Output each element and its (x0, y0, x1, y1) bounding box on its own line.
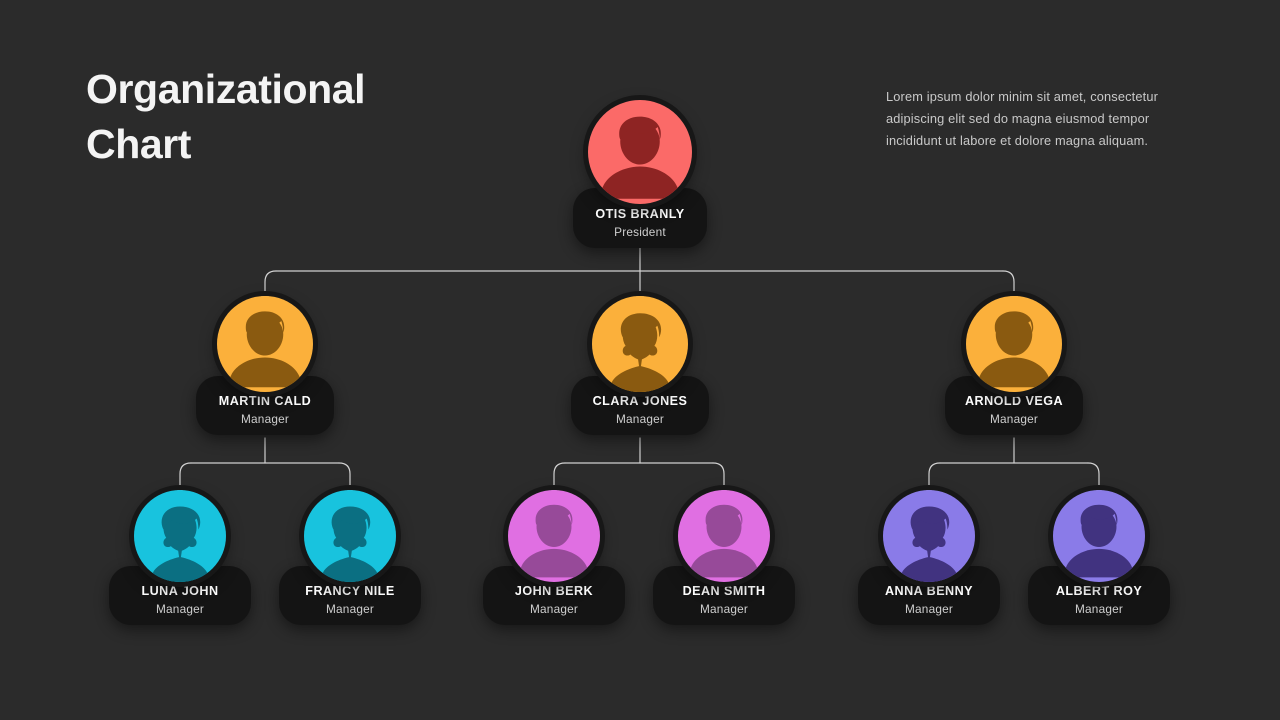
connector-drop (712, 462, 725, 489)
avatar-male-icon (588, 100, 692, 204)
person-role: Manager (990, 411, 1038, 426)
person-name: ARNOLD VEGA (964, 394, 1063, 408)
person-name: MARTIN CALD (218, 394, 312, 408)
org-node-dean-smith[interactable]: DEAN SMITH Manager (653, 490, 795, 626)
avatar-male-icon (1053, 490, 1145, 582)
connector-drop (338, 462, 351, 489)
org-node-martin-cald[interactable]: MARTIN CALD Manager (196, 296, 334, 436)
intro-paragraph: Lorem ipsum dolor minim sit amet, consec… (886, 89, 1159, 148)
person-name: CLARA JONES (592, 394, 688, 408)
avatar-female-icon (592, 296, 688, 392)
connector-drop (1002, 270, 1015, 297)
connector-drop (264, 270, 277, 297)
avatar-female-icon (134, 490, 226, 582)
person-name: FRANCY NILE (305, 584, 395, 598)
org-node-otis-branly[interactable]: OTIS BRANLY President (573, 100, 707, 249)
person-role: Manager (156, 601, 204, 616)
person-role: Manager (700, 601, 748, 616)
page-title: Organizational Chart (86, 66, 366, 168)
person-name: OTIS BRANLY (595, 207, 685, 221)
org-node-clara-jones[interactable]: CLARA JONES Manager (571, 296, 709, 436)
org-node-anna-benny[interactable]: ANNA BENNY Manager (858, 490, 1000, 626)
org-node-albert-roy[interactable]: ALBERT ROY Manager (1028, 490, 1170, 626)
person-role: Manager (616, 411, 664, 426)
avatar-male-icon (217, 296, 313, 392)
avatar-male-icon (966, 296, 1062, 392)
person-role: President (614, 224, 666, 239)
person-name: ANNA BENNY (885, 584, 973, 598)
person-role: Manager (1075, 601, 1123, 616)
connector-drop (553, 462, 566, 489)
org-chart-slide: Organizational Chart Lorem ipsum dolor m… (0, 0, 1280, 720)
connector-drop (179, 462, 192, 489)
avatar-female-icon (883, 490, 975, 582)
avatar-male-icon (508, 490, 600, 582)
org-node-john-berk[interactable]: JOHN BERK Manager (483, 490, 625, 626)
person-name: LUNA JOHN (141, 584, 219, 598)
person-role: Manager (905, 601, 953, 616)
org-node-luna-john[interactable]: LUNA JOHN Manager (109, 490, 251, 626)
org-node-francy-nile[interactable]: FRANCY NILE Manager (279, 490, 421, 626)
org-node-arnold-vega[interactable]: ARNOLD VEGA Manager (945, 296, 1083, 436)
person-name: JOHN BERK (514, 584, 594, 598)
person-name: ALBERT ROY (1055, 584, 1143, 598)
person-name: DEAN SMITH (682, 584, 766, 598)
connector-drop (928, 462, 941, 489)
avatar-female-icon (304, 490, 396, 582)
person-role: Manager (326, 601, 374, 616)
connector-drop (1087, 462, 1100, 489)
person-role: Manager (241, 411, 289, 426)
avatar-male-icon (678, 490, 770, 582)
person-role: Manager (530, 601, 578, 616)
